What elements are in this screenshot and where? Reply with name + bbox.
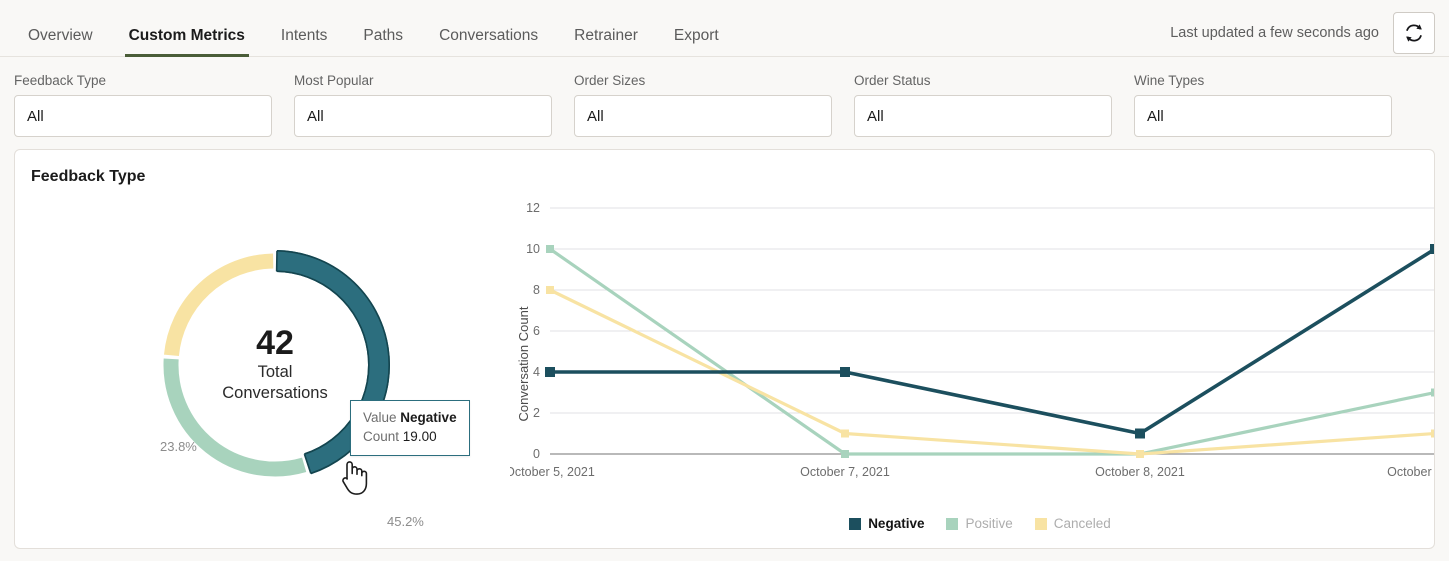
y-axis-title: Conversation Count [516,306,531,421]
tab-custom-metrics[interactable]: Custom Metrics [111,28,263,58]
filter-bar: Feedback Type All Most Popular All Order… [0,57,1449,137]
data-point-marker-positive[interactable] [841,450,849,458]
line-chart-svg: 0 2 4 6 8 10 12 October 5, 2021 October 7, 2021… [510,186,1435,541]
tab-export[interactable]: Export [656,28,737,58]
filter-wine-types: Wine Types All [1134,73,1392,137]
top-navigation-bar: Overview Custom Metrics Intents Paths Co… [0,0,1449,57]
donut-chart-svg [15,186,515,541]
data-point-marker-negative[interactable] [840,367,850,377]
tooltip-row-count: Count 19.00 [363,427,457,446]
y-axis-tick-label: 12 [526,201,540,215]
tab-label: Custom Metrics [129,27,245,44]
filter-label: Order Status [854,73,1112,89]
tooltip-row-value: Value Negative [363,408,457,427]
x-axis-tick-label: October 5, 2021 [510,465,595,479]
filter-most-popular: Most Popular All [294,73,552,137]
filter-select-wine-types[interactable]: All [1134,95,1392,137]
donut-chart: 42 Total Conversations 23.8% 45.2% 31.0%… [15,186,515,541]
tab-label: Conversations [439,27,538,44]
donut-tooltip: Value Negative Count 19.00 [350,400,470,455]
legend-label-negative: Negative [868,516,924,531]
filter-select-order-sizes[interactable]: All [574,95,832,137]
y-axis-tick-label: 10 [526,242,540,256]
filter-order-sizes: Order Sizes All [574,73,832,137]
filter-select-order-status[interactable]: All [854,95,1112,137]
tooltip-key-value: Value [363,410,397,425]
feedback-type-card: Feedback Type 42 Total Conversations 23.… [14,149,1435,549]
refresh-icon [1403,22,1425,44]
data-point-marker-negative[interactable] [1430,244,1435,254]
legend-swatch-negative [849,518,861,530]
filter-select-most-popular[interactable]: All [294,95,552,137]
filter-label: Wine Types [1134,73,1392,89]
tooltip-value-count: 19.00 [403,429,437,444]
data-point-marker-canceled[interactable] [1136,450,1144,458]
filter-label: Order Sizes [574,73,832,89]
donut-slice-canceled[interactable] [171,261,273,355]
data-point-marker-negative[interactable] [545,367,555,377]
tab-label: Retrainer [574,27,638,44]
filter-label: Most Popular [294,73,552,89]
data-point-marker-canceled[interactable] [1431,430,1435,438]
tab-label: Paths [363,27,403,44]
tab-list: Overview Custom Metrics Intents Paths Co… [0,0,737,57]
y-axis-tick-label: 0 [533,447,540,461]
tab-intents[interactable]: Intents [263,28,346,58]
donut-label-negative: 45.2% [387,514,424,529]
tooltip-value-value: Negative [400,410,456,425]
y-axis-tick-label: 4 [533,365,540,379]
tab-label: Intents [281,27,328,44]
filter-feedback-type: Feedback Type All [14,73,272,137]
x-axis-tick-label: October 11, 2021 [1387,465,1435,479]
tab-label: Export [674,27,719,44]
tab-retrainer[interactable]: Retrainer [556,28,656,58]
chart-legend: Negative Positive Canceled [510,516,1435,531]
legend-label-canceled: Canceled [1054,516,1111,531]
data-point-marker-positive[interactable] [1431,389,1435,397]
y-axis-tick-label: 8 [533,283,540,297]
legend-swatch-canceled [1035,518,1047,530]
line-series-positive[interactable] [550,249,1435,454]
filter-order-status: Order Status All [854,73,1112,137]
y-axis-tick-label: 6 [533,324,540,338]
x-axis-tick-label: October 8, 2021 [1095,465,1185,479]
y-axis-tick-label: 2 [533,406,540,420]
legend-item-negative[interactable]: Negative [849,516,924,531]
filter-label: Feedback Type [14,73,272,89]
legend-swatch-positive [946,518,958,530]
data-point-marker-canceled[interactable] [841,430,849,438]
data-point-marker-positive[interactable] [546,245,554,253]
data-point-marker-canceled[interactable] [546,286,554,294]
x-axis-tick-label: October 7, 2021 [800,465,890,479]
conversation-count-line-chart: 0 2 4 6 8 10 12 October 5, 2021 October 7, 2021… [510,186,1435,541]
tab-overview[interactable]: Overview [10,28,111,58]
topbar-right-group: Last updated a few seconds ago [1170,0,1449,57]
tab-label: Overview [28,27,93,44]
donut-label-canceled: 23.8% [160,439,197,454]
tooltip-key-count: Count [363,429,399,444]
refresh-button[interactable] [1393,12,1435,54]
tab-paths[interactable]: Paths [345,28,421,58]
tab-conversations[interactable]: Conversations [421,28,556,58]
legend-item-positive[interactable]: Positive [946,516,1012,531]
card-title: Feedback Type [15,150,1434,186]
filter-select-feedback-type[interactable]: All [14,95,272,137]
card-body: 42 Total Conversations 23.8% 45.2% 31.0%… [15,186,1434,541]
data-point-marker-negative[interactable] [1135,429,1145,439]
legend-item-canceled[interactable]: Canceled [1035,516,1111,531]
last-updated-text: Last updated a few seconds ago [1170,25,1379,41]
legend-label-positive: Positive [965,516,1012,531]
